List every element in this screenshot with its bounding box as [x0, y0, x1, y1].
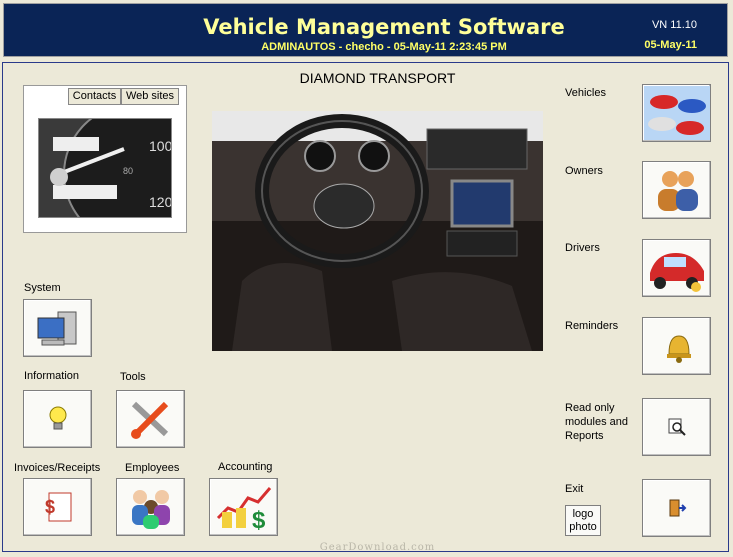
invoice-icon: $: [45, 492, 71, 522]
app-title: Vehicle Management Software: [203, 15, 565, 39]
information-button[interactable]: [23, 390, 92, 448]
svg-text:100: 100: [149, 138, 172, 154]
vehicle-interior-photo: [212, 111, 543, 351]
money-chart-icon: $: [216, 487, 271, 530]
owners-icon: [657, 171, 698, 211]
app-header: Vehicle Management Software ADMINAUTOS -…: [3, 3, 728, 57]
tools-button[interactable]: [116, 390, 185, 448]
speedometer-image: 100 120 80: [38, 118, 172, 218]
lightbulb-icon: [49, 406, 66, 430]
reminders-label: Reminders: [565, 320, 619, 332]
system-button[interactable]: [23, 299, 92, 357]
current-date: 05-May-11: [644, 39, 697, 51]
watermark-footer: GearDownload.com: [319, 542, 436, 553]
accounting-label: Accounting: [218, 461, 273, 473]
tools-label: Tools: [120, 371, 146, 383]
svg-text:$: $: [45, 497, 55, 517]
system-label: System: [24, 282, 61, 294]
logo-photo-button[interactable]: logo photo: [565, 505, 601, 536]
readonly-label: Read only modules and Reports: [565, 402, 628, 442]
invoices-label: Invoices/Receipts: [14, 462, 101, 474]
vehicles-button[interactable]: [642, 84, 711, 142]
exit-door-icon: [669, 499, 686, 517]
bell-icon: [666, 335, 691, 363]
session-info: ADMINAUTOS - checho - 05-May-11 2:23:45 …: [261, 41, 507, 53]
invoices-button[interactable]: $: [23, 478, 92, 536]
vehicles-label: Vehicles: [565, 87, 606, 99]
tools-icon: [130, 401, 168, 439]
information-label: Information: [24, 370, 80, 382]
drivers-button[interactable]: [642, 239, 711, 297]
driver-car-icon: [649, 253, 704, 292]
svg-text:80: 80: [123, 166, 133, 176]
accounting-button[interactable]: $: [209, 478, 278, 536]
tab-contacts[interactable]: Contacts: [68, 88, 121, 105]
version-label: VN 11.10: [651, 19, 697, 31]
cars-icon: [643, 86, 710, 140]
exit-label: Exit: [565, 483, 584, 495]
employees-label: Employees: [125, 462, 180, 474]
svg-text:120: 120: [149, 194, 172, 210]
computer-icon: [37, 311, 76, 346]
reminders-button[interactable]: [642, 317, 711, 375]
exit-button[interactable]: [642, 479, 711, 537]
tab-web-sites[interactable]: Web sites: [121, 88, 179, 105]
employees-button[interactable]: [116, 478, 185, 536]
owners-button[interactable]: [642, 161, 711, 219]
svg-text:$: $: [252, 507, 266, 530]
drivers-label: Drivers: [565, 242, 600, 254]
magnifier-icon: [668, 418, 686, 436]
people-icon: [131, 490, 170, 529]
owners-label: Owners: [565, 165, 603, 177]
company-name: DIAMOND TRANSPORT: [299, 70, 456, 86]
readonly-button[interactable]: [642, 398, 711, 456]
